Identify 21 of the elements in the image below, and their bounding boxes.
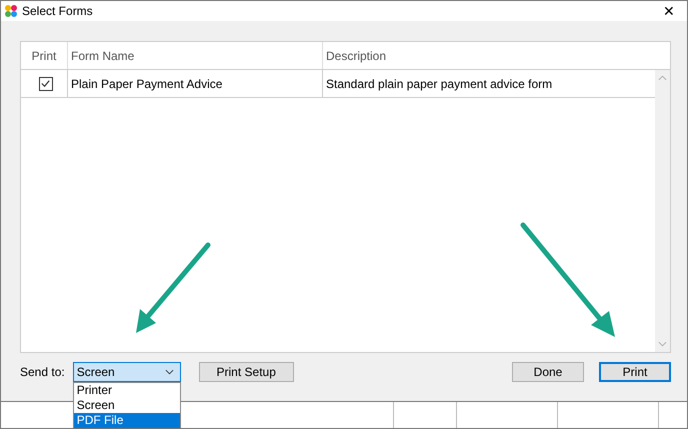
action-button[interactable]: Print	[599, 362, 671, 382]
action-button[interactable]: Done	[512, 362, 584, 382]
action-button[interactable]: Print Setup	[198, 362, 294, 382]
scroll-up-icon[interactable]	[658, 75, 667, 81]
dropdown-option[interactable]: PDF File	[74, 413, 180, 428]
scroll-down-icon[interactable]	[658, 341, 667, 347]
table-cell-text: Standard plain paper payment advice form	[325, 76, 554, 92]
window-title: Select Forms	[22, 4, 94, 18]
dropdown-option[interactable]: Printer	[74, 383, 180, 398]
column-header[interactable]: Print	[21, 42, 68, 69]
close-button[interactable]: ✕	[651, 1, 687, 21]
caret-icon	[164, 369, 174, 375]
send-to-dropdown[interactable]: Screen	[72, 362, 181, 382]
send-to-label: Send to:	[20, 365, 65, 379]
column-header[interactable]: Description	[323, 42, 670, 69]
scrollbar[interactable]	[655, 70, 670, 352]
column-header[interactable]: Form Name	[68, 42, 323, 69]
dropdown-option[interactable]: Screen	[74, 398, 180, 413]
table-cell: Plain Paper Payment Advice	[68, 70, 323, 97]
app-logo-icon	[3, 3, 19, 19]
checkbox[interactable]	[38, 76, 52, 90]
